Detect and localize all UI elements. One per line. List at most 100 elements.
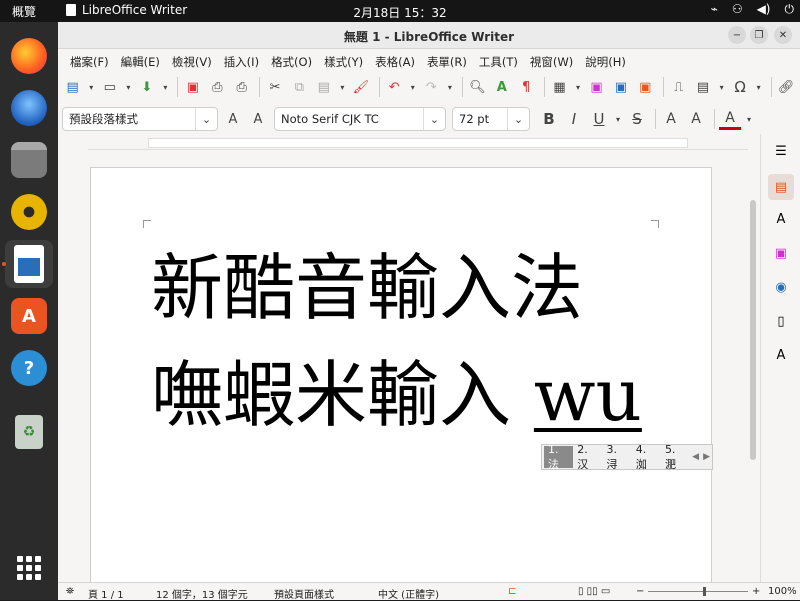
title-bar[interactable]: 無題 1 - LibreOffice Writer − ❐ ✕ xyxy=(58,22,800,49)
activities-button[interactable]: 概覽 xyxy=(12,3,36,20)
page-indicator[interactable]: 頁 1 / 1 xyxy=(88,586,124,601)
insert-hyperlink-button[interactable]: 🔗︎ xyxy=(776,76,797,98)
input-method-icon[interactable]: ⌁ xyxy=(711,2,718,17)
font-name-combo[interactable]: Noto Serif CJK TC ⌄ xyxy=(274,107,446,131)
document-line-1[interactable]: 新酷音輸入法 xyxy=(151,246,583,330)
underline-button[interactable]: U xyxy=(588,108,610,130)
menu-view[interactable]: 檢視(V) xyxy=(166,50,218,72)
close-button[interactable]: ✕ xyxy=(774,26,792,44)
italic-button[interactable]: I xyxy=(563,108,585,130)
horizontal-ruler[interactable] xyxy=(88,136,748,150)
candidate-2[interactable]: 2. 汉 xyxy=(573,443,602,471)
special-character-button[interactable]: Ω xyxy=(729,76,750,98)
insert-textbox-button[interactable]: ▣ xyxy=(635,76,656,98)
insert-mode-icon[interactable]: ⊏ xyxy=(508,586,516,597)
undo-dropdown-button[interactable]: ▾ xyxy=(408,76,418,98)
redo-button[interactable]: ↷ xyxy=(421,76,442,98)
paste-dropdown-button[interactable]: ▾ xyxy=(337,76,347,98)
sidebar-page-button[interactable]: ▯ xyxy=(768,308,794,334)
page-style[interactable]: 預設頁面樣式 xyxy=(274,586,334,601)
find-replace-button[interactable]: 🔍︎ xyxy=(467,76,488,98)
minimize-button[interactable]: − xyxy=(728,26,746,44)
spelling-button[interactable]: A xyxy=(491,76,512,98)
new-document-button[interactable]: ▤ xyxy=(62,76,83,98)
menu-insert[interactable]: 插入(I) xyxy=(218,50,265,72)
sidebar-properties-button[interactable]: ▤ xyxy=(768,174,794,200)
menu-tools[interactable]: 工具(T) xyxy=(473,50,524,72)
decrease-font-size-button[interactable]: A xyxy=(685,108,707,130)
maximize-button[interactable]: ❐ xyxy=(750,26,768,44)
candidate-1[interactable]: 1. 法 xyxy=(544,443,574,471)
zoom-in-icon[interactable]: + xyxy=(752,586,760,597)
save-dropdown-button[interactable]: ▾ xyxy=(161,76,171,98)
open-button[interactable]: ▭ xyxy=(99,76,120,98)
show-apps-button[interactable] xyxy=(5,544,53,592)
vertical-scrollbar[interactable] xyxy=(750,140,756,580)
menu-window[interactable]: 視窗(W) xyxy=(524,50,579,72)
insert-field-button[interactable]: ▤ xyxy=(692,76,713,98)
sidebar-navigator-button[interactable]: ◉ xyxy=(768,274,794,300)
dock-app-center[interactable]: A xyxy=(5,292,53,340)
document-page[interactable]: 新酷音輸入法 嘸蝦米輸入 wu xyxy=(90,167,712,582)
dock-help[interactable]: ? xyxy=(5,344,53,392)
chevron-down-icon[interactable]: ⌄ xyxy=(195,108,217,130)
dock-rhythmbox[interactable] xyxy=(5,188,53,236)
insert-image-button[interactable]: ▣ xyxy=(586,76,607,98)
field-dropdown-button[interactable]: ▾ xyxy=(717,76,727,98)
scrollbar-thumb[interactable] xyxy=(750,200,756,460)
update-style-button[interactable]: A xyxy=(222,108,244,130)
system-tray[interactable]: ⌁ ⚇ ◀) ⏻ xyxy=(711,2,794,17)
menu-help[interactable]: 說明(H) xyxy=(579,50,632,72)
open-dropdown-button[interactable]: ▾ xyxy=(123,76,133,98)
insert-chart-button[interactable]: ▣ xyxy=(610,76,631,98)
zoom-out-icon[interactable]: − xyxy=(636,586,644,597)
dock-libreoffice-writer[interactable] xyxy=(5,240,53,288)
document-line-2[interactable]: 嘸蝦米輸入 wu xyxy=(151,353,642,437)
chevron-down-icon[interactable]: ⌄ xyxy=(507,108,529,130)
language[interactable]: 中文 (正體字) xyxy=(378,586,439,601)
print-button[interactable]: ⎙ xyxy=(207,76,228,98)
formatting-marks-button[interactable]: ¶ xyxy=(515,76,536,98)
increase-font-size-button[interactable]: A xyxy=(660,108,682,130)
paste-button[interactable]: ▤ xyxy=(313,76,334,98)
zoom-slider[interactable] xyxy=(648,591,748,592)
dock-thunderbird[interactable] xyxy=(5,84,53,132)
export-pdf-button[interactable]: ▣ xyxy=(182,76,203,98)
menu-edit[interactable]: 編輯(E) xyxy=(115,50,166,72)
dock-files[interactable] xyxy=(5,136,53,184)
candidate-4[interactable]: 4. 洳 xyxy=(632,443,661,471)
redo-dropdown-button[interactable]: ▾ xyxy=(445,76,455,98)
network-icon[interactable]: ⚇ xyxy=(732,2,743,17)
sidebar-menu-button[interactable]: ☰ xyxy=(768,138,794,164)
clone-formatting-button[interactable]: 🖌 xyxy=(350,76,371,98)
font-color-button[interactable]: A xyxy=(719,108,741,130)
next-page-icon[interactable]: ▶ xyxy=(701,452,712,462)
previous-page-icon[interactable]: ◀ xyxy=(690,452,701,462)
chevron-down-icon[interactable]: ⌄ xyxy=(423,108,445,130)
font-color-dropdown-button[interactable]: ▾ xyxy=(744,108,754,130)
dock-trash[interactable]: ♻ xyxy=(5,408,53,456)
cut-button[interactable]: ✂ xyxy=(264,76,285,98)
special-character-dropdown-button[interactable]: ▾ xyxy=(754,76,764,98)
app-menu[interactable]: LibreOffice Writer xyxy=(66,3,187,17)
power-icon[interactable]: ⏻ xyxy=(785,2,795,17)
save-button[interactable]: ⬇ xyxy=(136,76,157,98)
volume-icon[interactable]: ◀) xyxy=(757,2,771,17)
menu-file[interactable]: 檔案(F) xyxy=(64,50,115,72)
menu-styles[interactable]: 樣式(Y) xyxy=(318,50,369,72)
sidebar-styles-button[interactable]: A xyxy=(768,206,794,232)
underline-dropdown-button[interactable]: ▾ xyxy=(613,108,623,130)
dock-firefox[interactable] xyxy=(5,32,53,80)
candidate-5[interactable]: 5. 淝 xyxy=(661,443,690,471)
zoom-slider-knob[interactable] xyxy=(703,587,706,596)
paragraph-style-combo[interactable]: 預設段落樣式 ⌄ xyxy=(62,107,218,131)
table-dropdown-button[interactable]: ▾ xyxy=(573,76,583,98)
candidate-3[interactable]: 3. 浔 xyxy=(602,443,631,471)
undo-button[interactable]: ↶ xyxy=(384,76,405,98)
menu-form[interactable]: 表單(R) xyxy=(421,50,473,72)
menu-table[interactable]: 表格(A) xyxy=(369,50,421,72)
menu-format[interactable]: 格式(O) xyxy=(265,50,318,72)
new-dropdown-button[interactable]: ▾ xyxy=(86,76,96,98)
zoom-level[interactable]: 100% xyxy=(768,586,797,597)
sidebar-gallery-button[interactable]: ▣ xyxy=(768,240,794,266)
